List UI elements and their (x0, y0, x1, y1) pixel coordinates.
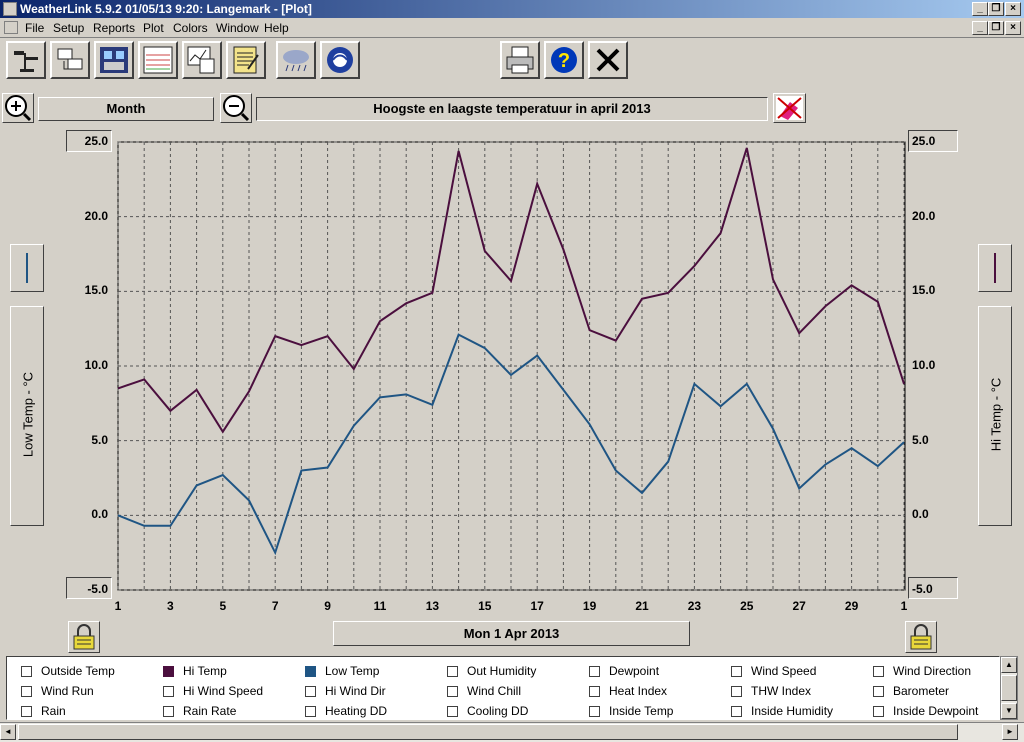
legend-label: Wind Direction (893, 664, 972, 678)
legend-label: Hi Temp (183, 664, 227, 678)
right-lock-button[interactable] (905, 621, 937, 653)
x-tick: 7 (271, 599, 279, 613)
legend-label: Heat Index (609, 684, 668, 698)
x-tick: 17 (530, 599, 544, 613)
x-tick: 21 (635, 599, 649, 613)
x-tick: 1 (114, 599, 122, 613)
legend-checkbox[interactable] (731, 706, 742, 717)
y-tick-right: 25.0 (912, 134, 936, 148)
left-lock-button[interactable] (68, 621, 100, 653)
y-tick-right: 20.0 (912, 208, 936, 223)
y-tick-right: 15.0 (912, 283, 936, 298)
legend-label: Rain (41, 704, 66, 718)
legend-label: Heating DD (325, 704, 388, 718)
x-tick: 29 (844, 599, 859, 613)
y-tick-right: 10.0 (912, 358, 936, 372)
legend-checkbox[interactable] (589, 666, 600, 677)
legend-checkbox[interactable] (163, 706, 174, 717)
y-tick-left: -5.0 (87, 582, 108, 596)
lock-icon (73, 624, 95, 650)
legend-checkbox[interactable] (21, 666, 32, 677)
x-tick: 15 (478, 599, 492, 613)
y-tick-right: 0.0 (912, 507, 929, 522)
legend-label: Outside Temp (41, 664, 115, 678)
legend-label: THW Index (751, 684, 812, 698)
legend-checkbox[interactable] (163, 666, 174, 677)
legend-checkbox[interactable] (873, 706, 884, 717)
x-tick: 1 (900, 599, 908, 613)
series-legend: Outside Temp Hi Temp Low Temp Out Humidity D… (6, 656, 1000, 720)
legend-checkbox[interactable] (21, 686, 32, 697)
y-tick-left: 10.0 (84, 358, 108, 372)
legend-label: Wind Run (41, 684, 94, 698)
legend-scrollbar[interactable]: ▲ ▼ (1000, 656, 1018, 720)
x-tick: 11 (373, 599, 387, 613)
legend-label: Cooling DD (467, 704, 529, 718)
legend-label: Hi Wind Speed (183, 684, 264, 698)
legend-checkbox[interactable] (447, 706, 458, 717)
legend-checkbox[interactable] (447, 686, 458, 697)
y-tick-right: 5.0 (912, 432, 929, 447)
scroll-right-button[interactable]: ► (1002, 724, 1018, 740)
chart-grid (117, 141, 906, 591)
legend-checkbox[interactable] (447, 666, 458, 677)
legend-label: Wind Speed (751, 664, 817, 678)
legend-label: Dewpoint (609, 664, 660, 678)
y-tick-left: 15.0 (84, 283, 108, 298)
x-tick: 5 (219, 599, 227, 613)
legend-checkbox[interactable] (305, 706, 316, 717)
x-tick: 27 (792, 599, 806, 613)
legend-label: Hi Wind Dir (325, 684, 386, 698)
y-tick-left: 5.0 (91, 432, 108, 447)
x-tick: 9 (324, 599, 331, 613)
legend-label: Out Humidity (467, 664, 537, 678)
x-tick: 13 (425, 599, 440, 613)
legend-checkbox[interactable] (21, 706, 32, 717)
legend-checkbox[interactable] (731, 666, 742, 677)
legend-label: Inside Dewpoint (893, 704, 979, 718)
scroll-down-button[interactable]: ▼ (1001, 703, 1017, 719)
legend-checkbox[interactable] (589, 706, 600, 717)
x-tick: 19 (582, 599, 597, 613)
x-tick: 3 (167, 599, 174, 613)
legend-checkbox[interactable] (163, 686, 174, 697)
horizontal-scrollbar[interactable]: ◄ ► (0, 722, 1024, 742)
scroll-thumb[interactable] (1001, 675, 1017, 701)
scroll-left-button[interactable]: ◄ (0, 724, 16, 740)
legend-label: Rain Rate (183, 704, 237, 718)
legend-label: Inside Temp (609, 704, 674, 718)
temperature-chart (117, 141, 906, 591)
date-label[interactable]: Mon 1 Apr 2013 (333, 621, 690, 646)
lock-icon (910, 624, 932, 650)
legend-checkbox[interactable] (731, 686, 742, 697)
legend-checkbox[interactable] (305, 666, 316, 677)
y-tick-left: 0.0 (91, 507, 108, 522)
legend-checkbox[interactable] (305, 686, 316, 697)
legend-label: Low Temp (325, 664, 380, 678)
y-tick-right: -5.0 (912, 582, 933, 596)
x-tick: 23 (687, 599, 702, 613)
scroll-up-button[interactable]: ▲ (1001, 657, 1017, 673)
legend-label: Wind Chill (467, 684, 522, 698)
legend-checkbox[interactable] (873, 666, 884, 677)
horizontal-scroll-thumb[interactable] (18, 724, 958, 740)
legend-label: Inside Humidity (751, 704, 834, 718)
y-tick-left: 20.0 (84, 208, 108, 223)
y-tick-left: 25.0 (84, 134, 108, 148)
legend-label: Barometer (893, 684, 950, 698)
x-tick: 25 (740, 599, 754, 613)
legend-checkbox[interactable] (589, 686, 600, 697)
legend-checkbox[interactable] (873, 686, 884, 697)
